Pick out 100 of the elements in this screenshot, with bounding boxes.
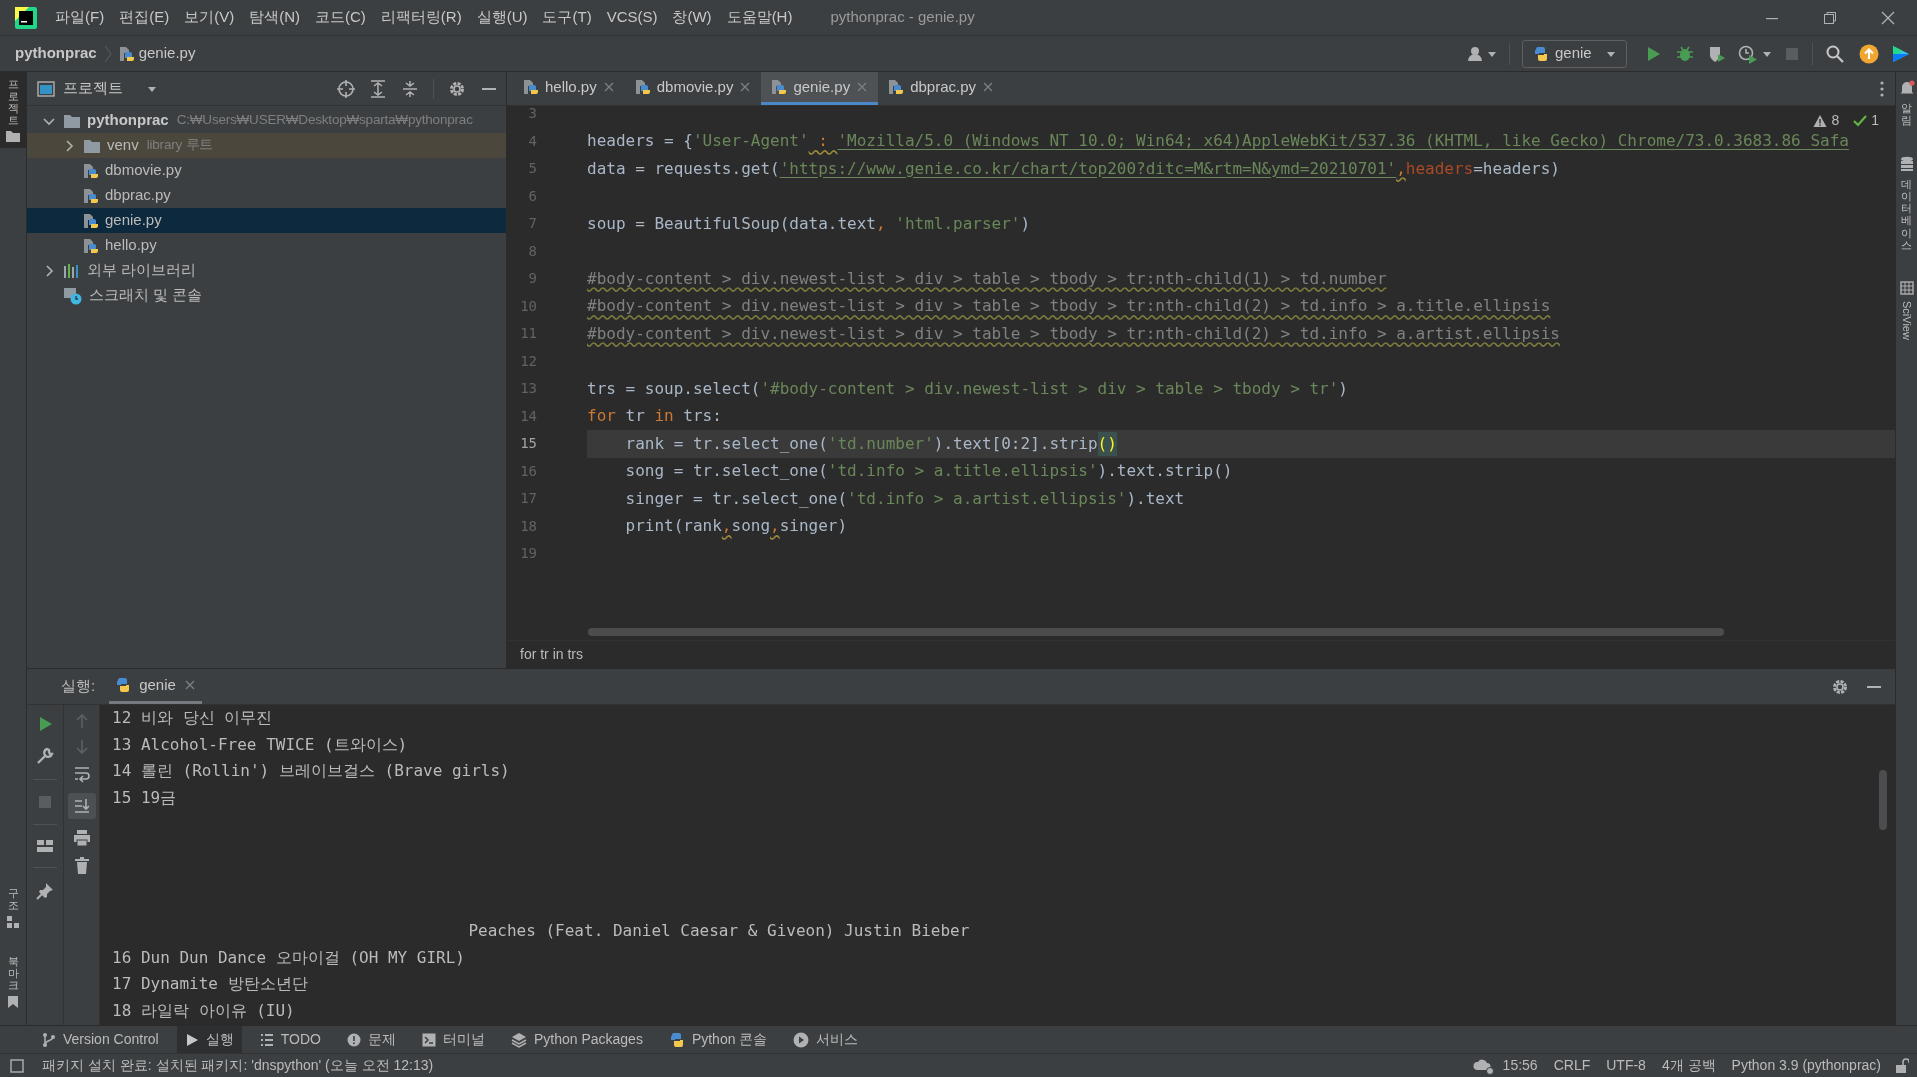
line-number: 15 <box>519 434 537 454</box>
triangle-logo-icon[interactable] <box>1891 43 1911 64</box>
scroll-to-end-toggle[interactable] <box>67 793 96 819</box>
tool-window-button[interactable]: 서비스 <box>785 1025 867 1054</box>
database-icon[interactable] <box>1899 156 1914 173</box>
tool-window-stripe-button[interactable]: 구조 <box>0 880 26 935</box>
unlock-icon[interactable] <box>1895 1057 1909 1074</box>
bookmark-icon <box>7 995 19 1009</box>
python-icon <box>1533 45 1549 62</box>
menu-item[interactable]: 탐색(N) <box>249 6 300 29</box>
python-file-icon <box>888 79 905 95</box>
settings-icon[interactable] <box>1831 677 1849 696</box>
status-item[interactable]: Python 3.9 (pythonprac) <box>1731 1055 1881 1076</box>
update-icon[interactable] <box>1859 43 1879 64</box>
tool-window-button[interactable]: Python 콘솔 <box>660 1025 776 1054</box>
menu-item[interactable]: 보기(V) <box>184 6 235 29</box>
line-number: 5 <box>527 159 537 179</box>
bell-icon[interactable] <box>1898 80 1915 96</box>
tool-window-button[interactable]: TODO <box>251 1025 329 1054</box>
line-number: 10 <box>519 296 537 316</box>
project-view-dropdown[interactable]: 프로젝트 <box>37 77 157 100</box>
tool-window-button[interactable]: Python Packages <box>502 1025 651 1054</box>
square-icon[interactable] <box>10 1058 24 1073</box>
folder-icon <box>63 112 81 129</box>
console-clock-icon <box>63 286 83 305</box>
scroll-to-end-icon <box>72 797 91 815</box>
output-line: 17 Dynamite 방탄소년단 <box>112 973 308 996</box>
line-number: 13 <box>519 379 537 399</box>
tool-window-stripe-button[interactable]: 북마크 <box>0 948 26 1015</box>
breadcrumb-item[interactable]: pythonprac <box>15 42 97 65</box>
more-icon[interactable] <box>1879 79 1885 98</box>
python-file-icon <box>118 45 135 62</box>
user-icon[interactable] <box>1467 44 1485 63</box>
collapse-all-icon[interactable] <box>401 79 419 98</box>
folder-icon <box>83 137 101 154</box>
tree-item[interactable]: venv library 루트 <box>27 133 506 158</box>
terminal-icon <box>421 1032 436 1047</box>
tool-window-stripe-button[interactable]: 알림 <box>1901 102 1912 127</box>
status-item[interactable]: 4개 공백 <box>1661 1055 1716 1076</box>
trash-icon[interactable] <box>73 857 90 875</box>
python-file-icon <box>83 212 99 229</box>
settings-icon[interactable] <box>448 79 466 98</box>
python-file-icon <box>83 237 99 254</box>
expand-all-icon[interactable] <box>369 79 387 98</box>
menu-item[interactable]: 리팩터링(R) <box>380 6 462 29</box>
wrench-icon[interactable] <box>36 747 54 765</box>
wrap-icon[interactable] <box>72 765 91 783</box>
tool-window-stripe-button[interactable]: 프로젝트 <box>0 72 26 149</box>
menu-item[interactable]: 도구(T) <box>542 6 592 29</box>
restore-icon[interactable] <box>1823 10 1837 25</box>
editor-tab[interactable]: hello.py <box>513 72 625 105</box>
tab-close-icon[interactable] <box>982 81 994 93</box>
tool-window-button[interactable]: 터미널 <box>413 1025 493 1054</box>
python-file-icon <box>771 79 788 95</box>
list-icon <box>259 1032 274 1047</box>
menu-item[interactable]: 도움말(H) <box>726 6 793 29</box>
tree-item[interactable]: 스크래치 및 콘솔 <box>27 283 506 308</box>
tab-close-icon[interactable] <box>739 81 752 93</box>
grid-icon[interactable] <box>1899 280 1914 295</box>
scrollbar-thumb[interactable] <box>1879 770 1887 830</box>
tool-window-button[interactable]: 문제 <box>338 1025 404 1054</box>
menu-item[interactable]: 실행(U) <box>476 6 528 29</box>
line-number: 8 <box>527 241 537 261</box>
tree-item[interactable]: pythonprac C:₩Users₩USER₩Desktop₩sparta₩pythonprac <box>27 108 506 133</box>
crosshair-icon[interactable] <box>337 79 355 98</box>
scrollbar-thumb[interactable] <box>588 628 1724 636</box>
printer-icon[interactable] <box>72 829 91 847</box>
editor-tab[interactable]: genie.py <box>761 72 879 105</box>
pin-icon[interactable] <box>36 882 54 900</box>
status-item[interactable]: 15:56 <box>1502 1055 1538 1076</box>
tool-window-stripe-button[interactable]: 데이터베이스 <box>1901 178 1912 251</box>
tree-item[interactable]: dbmovie.py <box>27 158 506 183</box>
breadcrumb-item[interactable]: for tr in trs <box>520 644 583 665</box>
tool-window-button[interactable]: 실행 <box>176 1025 242 1054</box>
menu-item[interactable]: 편집(E) <box>119 6 170 29</box>
search-icon[interactable] <box>1825 43 1845 64</box>
status-item[interactable]: CRLF <box>1553 1055 1591 1076</box>
breadcrumb-item[interactable]: genie.py <box>118 42 196 65</box>
tree-item[interactable]: hello.py <box>27 233 506 258</box>
tree-item[interactable]: 외부 라이브러리 <box>27 258 506 283</box>
tool-window-button[interactable]: Version Control <box>34 1025 167 1054</box>
layout-icon[interactable] <box>36 839 54 853</box>
editor-tab[interactable]: dbmovie.py <box>624 72 762 105</box>
line-number: 12 <box>519 351 537 371</box>
tree-item[interactable]: dbprac.py <box>27 183 506 208</box>
tool-window-stripe-button[interactable]: SciView <box>1898 300 1915 340</box>
tab-close-icon[interactable] <box>602 81 615 93</box>
status-item[interactable]: UTF-8 <box>1606 1055 1646 1076</box>
clock-play-icon[interactable] <box>1737 43 1759 64</box>
tab-close-icon[interactable] <box>183 679 196 691</box>
close-icon[interactable] <box>1881 10 1895 25</box>
menu-item[interactable]: 파일(F) <box>55 6 105 29</box>
status-message[interactable]: 패키지 설치 완료: 설치된 패키지: 'dnspython' (오늘 오전 12:13) <box>42 1055 434 1076</box>
editor-tab[interactable]: dbprac.py <box>878 72 1004 105</box>
run-configuration-dropdown[interactable]: genie <box>1522 39 1627 68</box>
menu-item[interactable]: 코드(C) <box>315 6 366 29</box>
tree-item[interactable]: genie.py <box>27 208 506 233</box>
menu-item[interactable]: VCS(S) <box>606 6 658 29</box>
output-line: 14 롤린 (Rollin') 브레이브걸스 (Brave girls) <box>112 760 510 783</box>
menu-item[interactable]: 창(W) <box>672 6 712 29</box>
